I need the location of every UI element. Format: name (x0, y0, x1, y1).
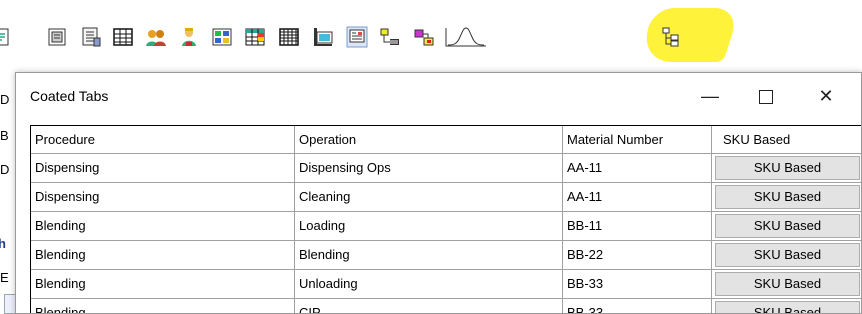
title-bar[interactable]: Coated Tabs — ✕ (16, 73, 861, 115)
worker-icon[interactable] (178, 26, 200, 48)
close-icon: ✕ (818, 86, 834, 106)
dense-table-icon[interactable] (278, 26, 300, 48)
bell-curve-icon[interactable] (444, 26, 488, 48)
maximize-button[interactable] (744, 79, 788, 113)
background-label-5: E (0, 270, 9, 285)
table-row[interactable]: Blending Blending BB-22 SKU Based (31, 241, 861, 270)
material-number-cell[interactable]: AA-11 (563, 183, 712, 212)
material-number-cell[interactable]: BB-33 (563, 299, 712, 313)
procedure-cell[interactable]: Blending (31, 270, 295, 299)
operation-cell[interactable]: Dispensing Ops (295, 154, 563, 183)
maximize-icon (759, 90, 773, 105)
screen-icon[interactable] (346, 26, 368, 48)
sku-based-button[interactable]: SKU Based (715, 185, 860, 209)
operation-cell[interactable]: CIP (295, 299, 563, 313)
sku-based-button[interactable]: SKU Based (715, 156, 860, 180)
procedure-cell[interactable]: Blending (31, 212, 295, 241)
process-flow-icon[interactable] (379, 26, 401, 48)
procedure-cell[interactable]: Blending (31, 299, 295, 313)
close-button[interactable]: ✕ (804, 79, 848, 113)
sku-based-cell: SKU Based (712, 299, 861, 313)
background-label-1: D (0, 92, 10, 107)
sku-based-button[interactable]: SKU Based (715, 243, 860, 267)
background-label-2: B (0, 128, 9, 143)
operation-cell[interactable]: Loading (295, 212, 563, 241)
layout-icon[interactable] (211, 26, 233, 48)
toolbar (0, 0, 862, 76)
sku-based-cell: SKU Based (712, 212, 861, 241)
table-row[interactable]: Dispensing Dispensing Ops AA-11 SKU Base… (31, 154, 861, 183)
coated-tabs-window: Coated Tabs — ✕ Procedure Operation Mate… (15, 72, 862, 314)
table-row[interactable]: Dispensing Cleaning AA-11 SKU Based (31, 183, 861, 212)
material-number-cell[interactable]: BB-11 (563, 212, 712, 241)
sku-based-cell: SKU Based (712, 183, 861, 212)
column-header-operation[interactable]: Operation (295, 126, 563, 154)
material-number-cell[interactable]: BB-22 (563, 241, 712, 270)
background-label-3: D (0, 162, 10, 177)
material-number-cell[interactable]: BB-33 (563, 270, 712, 299)
minimize-icon: — (701, 86, 719, 106)
operation-cell[interactable]: Unloading (295, 270, 563, 299)
table-row[interactable]: Blending CIP BB-33 SKU Based (31, 299, 861, 313)
report-icon[interactable] (80, 26, 102, 48)
grid-header-row: Procedure Operation Material Number SKU … (31, 126, 861, 154)
minimize-button[interactable]: — (688, 79, 732, 113)
procedure-cell[interactable]: Dispensing (31, 154, 295, 183)
operation-cell[interactable]: Cleaning (295, 183, 563, 212)
window-title: Coated Tabs (30, 88, 109, 104)
highlight-mark (637, 8, 741, 62)
users-icon[interactable] (145, 26, 167, 48)
monitor-icon[interactable] (312, 26, 334, 48)
link-icon[interactable] (413, 26, 435, 48)
sku-based-cell: SKU Based (712, 241, 861, 270)
table-grid-icon[interactable] (112, 26, 134, 48)
operation-cell[interactable]: Blending (295, 241, 563, 270)
column-header-procedure[interactable]: Procedure (31, 126, 295, 154)
material-number-cell[interactable]: AA-11 (563, 154, 712, 183)
sku-based-cell: SKU Based (712, 154, 861, 183)
column-header-material-number[interactable]: Material Number (563, 126, 712, 154)
sku-based-button[interactable]: SKU Based (715, 272, 860, 296)
import-icon[interactable] (0, 26, 14, 48)
sku-based-cell: SKU Based (712, 270, 861, 299)
background-label-4: h (0, 236, 6, 251)
procedure-cell[interactable]: Blending (31, 241, 295, 270)
procedure-cell[interactable]: Dispensing (31, 183, 295, 212)
column-header-sku-based[interactable]: SKU Based (712, 126, 861, 154)
sku-based-button[interactable]: SKU Based (715, 301, 860, 313)
table-row[interactable]: Blending Unloading BB-33 SKU Based (31, 270, 861, 299)
tree-structure-icon[interactable] (660, 26, 682, 48)
form-icon[interactable] (46, 26, 68, 48)
table-row[interactable]: Blending Loading BB-11 SKU Based (31, 212, 861, 241)
data-grid: Procedure Operation Material Number SKU … (30, 125, 861, 313)
sku-based-button[interactable]: SKU Based (715, 214, 860, 238)
color-table-icon[interactable] (244, 26, 266, 48)
